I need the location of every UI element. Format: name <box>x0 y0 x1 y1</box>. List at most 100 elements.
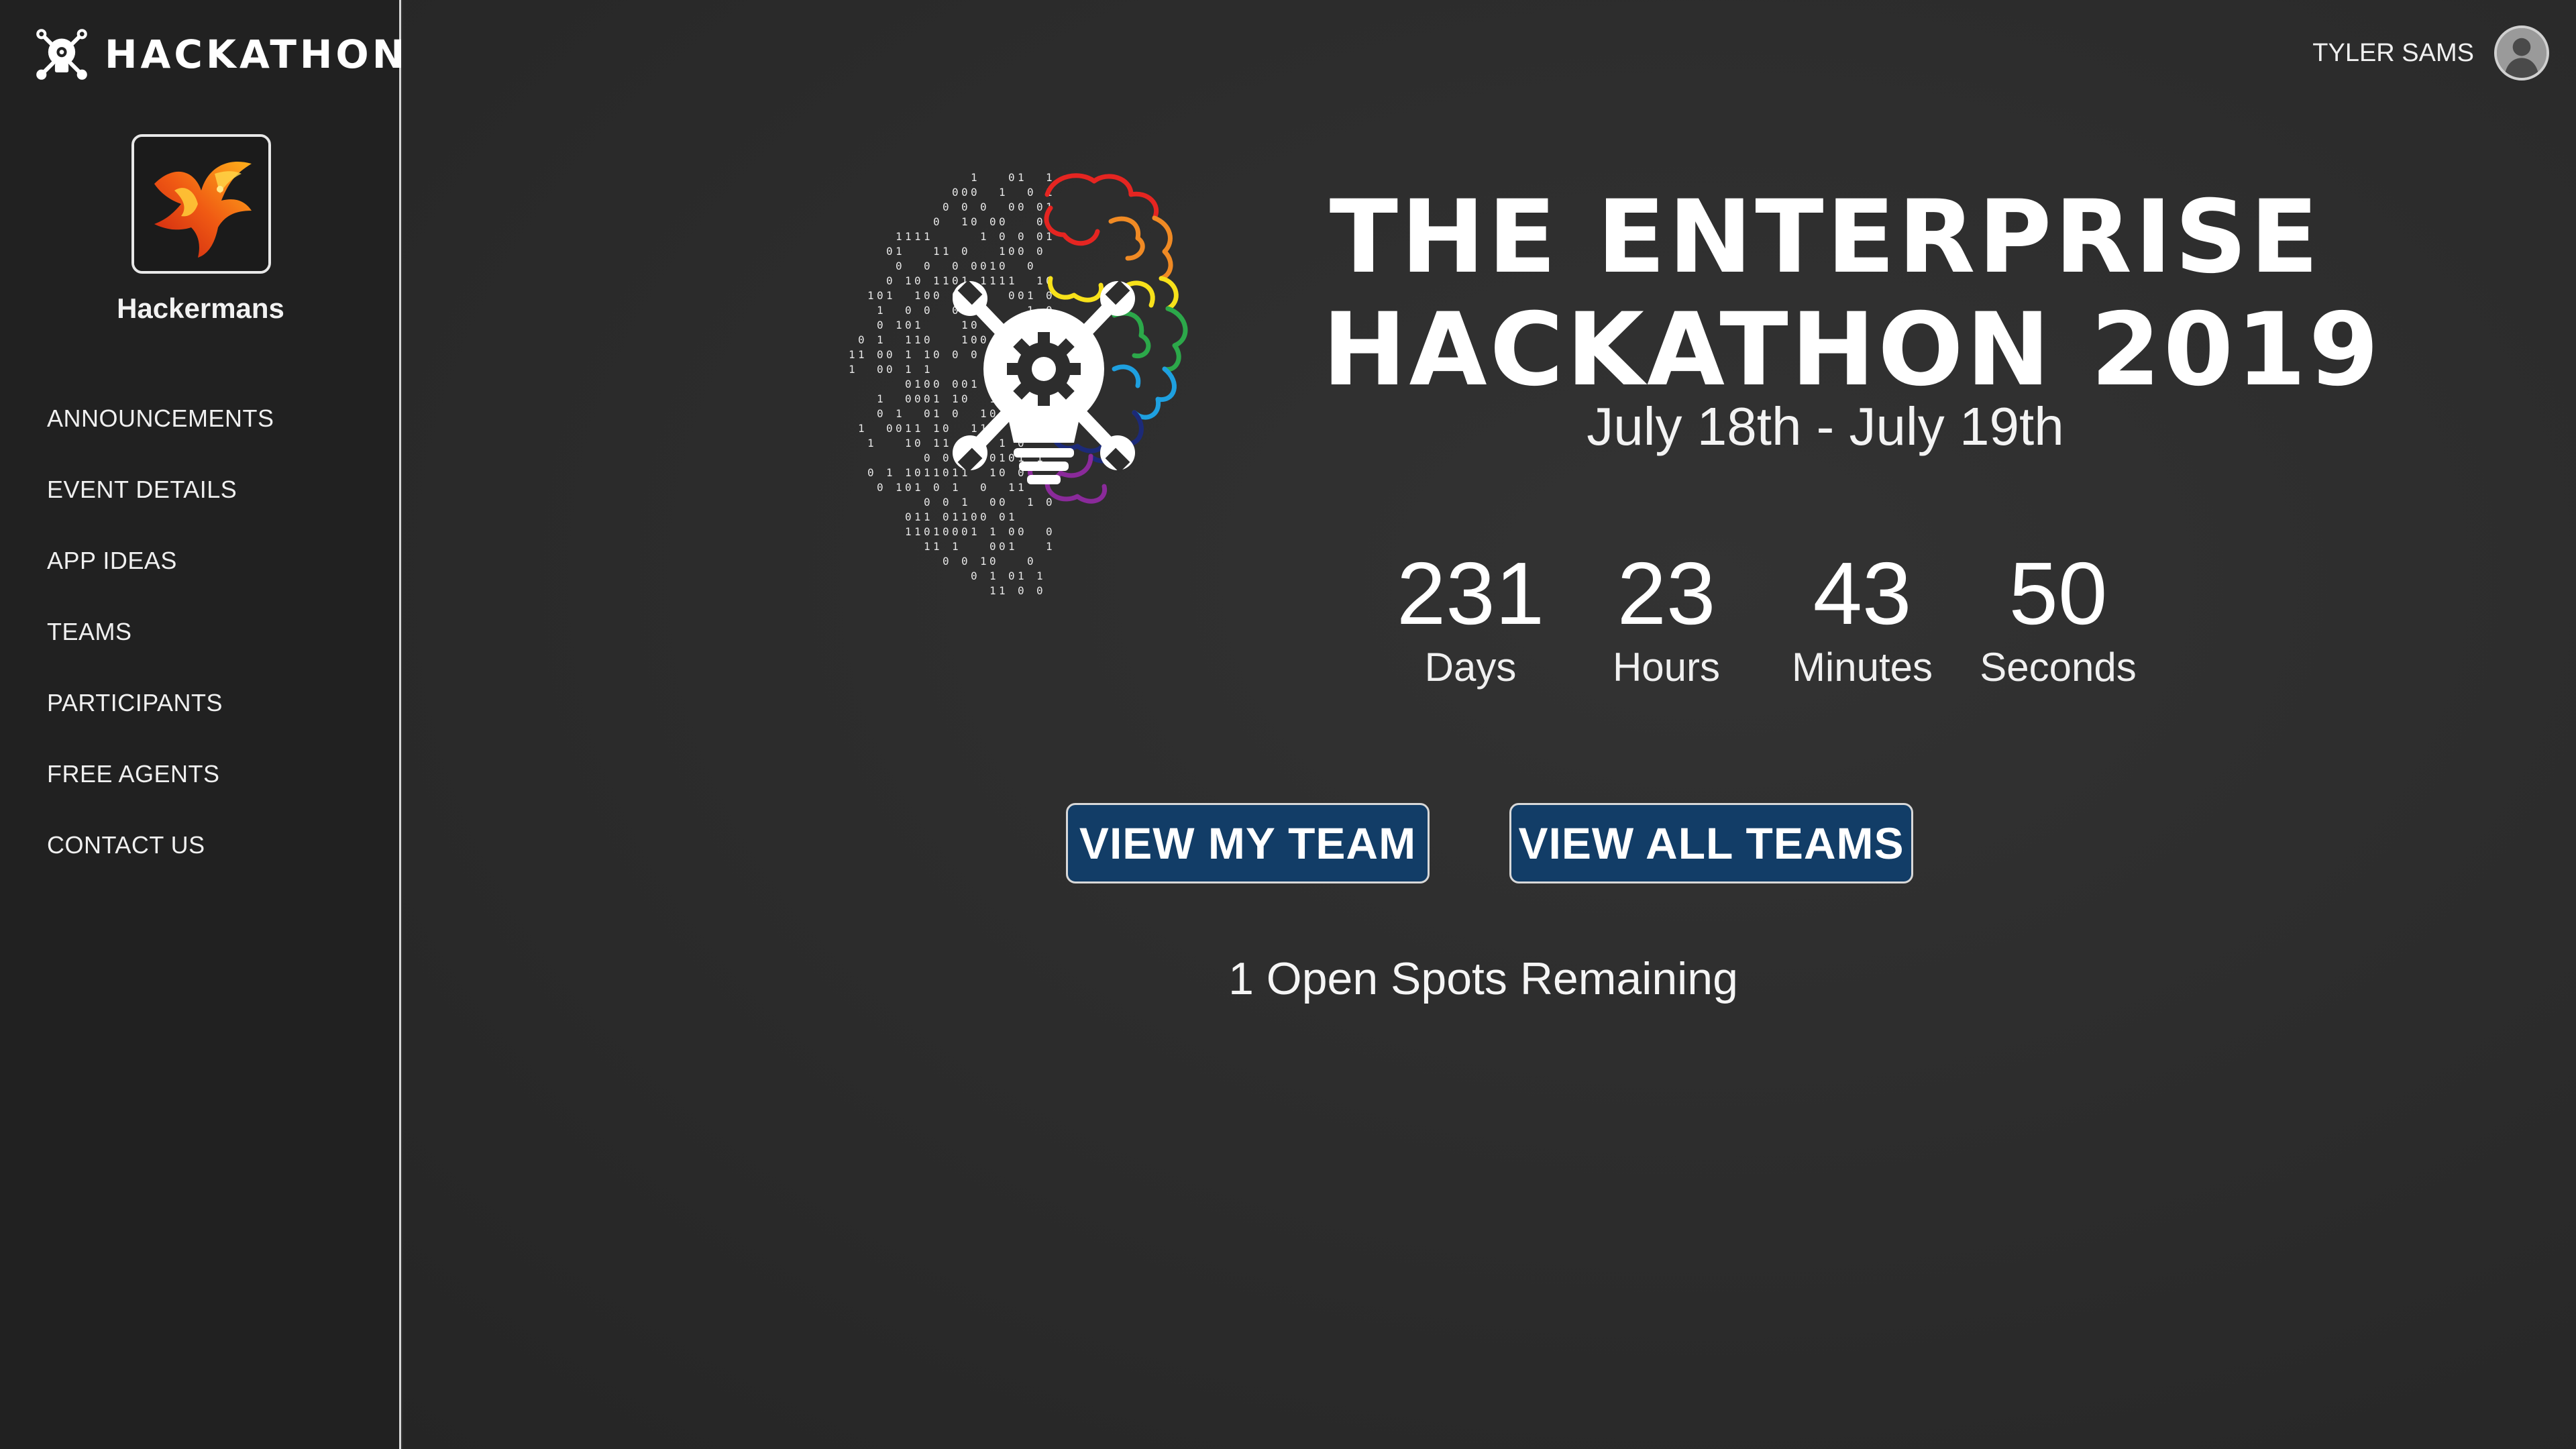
svg-text:1: 1 <box>877 392 883 405</box>
svg-text:1: 1 <box>961 496 968 508</box>
svg-text:0: 0 <box>980 511 987 523</box>
svg-text:0: 0 <box>980 201 987 213</box>
event-title-line-1: THE ENTERPRISE <box>1329 179 2322 296</box>
svg-text:1: 1 <box>961 215 968 228</box>
svg-text:0: 0 <box>886 274 893 287</box>
view-my-team-button[interactable]: VIEW MY TEAM <box>1066 803 1430 883</box>
user-name[interactable]: TYLER SAMS <box>2312 39 2474 68</box>
countdown-minutes-label: Minutes <box>1791 645 1933 690</box>
svg-text:0: 0 <box>877 319 883 331</box>
svg-text:0: 0 <box>1008 245 1015 258</box>
team-avatar[interactable] <box>131 134 271 274</box>
svg-text:1: 1 <box>849 348 855 361</box>
svg-text:0: 0 <box>1018 584 1024 597</box>
svg-text:1: 1 <box>1027 289 1034 302</box>
svg-text:1: 1 <box>971 525 977 538</box>
svg-text:1: 1 <box>905 422 912 435</box>
svg-text:0: 0 <box>961 555 968 568</box>
svg-text:0: 0 <box>961 525 968 538</box>
svg-text:0: 0 <box>980 333 987 346</box>
sidebar-item-event-details[interactable]: EVENT DETAILS <box>47 471 274 542</box>
svg-text:0: 0 <box>943 525 949 538</box>
user-avatar-icon[interactable] <box>2494 25 2549 80</box>
svg-text:1: 1 <box>933 392 940 405</box>
svg-text:0: 0 <box>886 348 893 361</box>
countdown-seconds-value: 50 <box>2008 544 2108 643</box>
svg-text:0: 0 <box>1008 171 1015 184</box>
svg-text:1: 1 <box>989 584 996 597</box>
svg-text:0: 0 <box>1036 215 1043 228</box>
svg-text:1: 1 <box>989 466 996 479</box>
svg-text:1: 1 <box>896 230 902 243</box>
svg-text:0: 0 <box>1036 245 1043 258</box>
svg-text:1: 1 <box>933 245 940 258</box>
countdown-hours-value: 23 <box>1617 544 1716 643</box>
svg-text:0: 0 <box>905 481 912 494</box>
svg-text:1: 1 <box>886 466 893 479</box>
svg-text:1: 1 <box>905 333 912 346</box>
svg-text:1: 1 <box>933 422 940 435</box>
countdown-days-label: Days <box>1424 645 1517 690</box>
svg-text:1: 1 <box>999 437 1006 449</box>
svg-text:1: 1 <box>924 540 930 553</box>
svg-text:1: 1 <box>1018 481 1024 494</box>
svg-text:1: 1 <box>924 348 930 361</box>
svg-text:1: 1 <box>914 289 921 302</box>
svg-text:0: 0 <box>971 319 977 331</box>
sidebar-item-contact-us[interactable]: CONTACT US <box>47 826 274 898</box>
countdown-minutes-value: 43 <box>1813 544 1912 643</box>
svg-text:0: 0 <box>999 230 1006 243</box>
svg-text:0: 0 <box>980 260 987 272</box>
svg-text:0: 0 <box>952 274 959 287</box>
svg-text:0: 0 <box>1036 584 1043 597</box>
svg-text:0: 0 <box>971 570 977 582</box>
svg-text:1: 1 <box>896 319 902 331</box>
svg-text:0: 0 <box>1018 230 1024 243</box>
svg-text:1: 1 <box>999 584 1006 597</box>
view-all-teams-button[interactable]: VIEW ALL TEAMS <box>1509 803 1913 883</box>
svg-text:1: 1 <box>971 171 977 184</box>
svg-text:1: 1 <box>905 363 912 376</box>
countdown-seconds: 50 Seconds <box>1960 543 2156 691</box>
svg-text:0: 0 <box>1027 186 1034 199</box>
svg-text:1: 1 <box>1027 496 1034 508</box>
svg-text:0: 0 <box>989 555 996 568</box>
svg-text:1: 1 <box>905 437 912 449</box>
svg-text:1: 1 <box>1018 570 1024 582</box>
svg-text:1: 1 <box>924 466 930 479</box>
countdown-seconds-label: Seconds <box>1980 645 2137 690</box>
svg-text:0: 0 <box>924 407 930 420</box>
svg-text:0: 0 <box>952 378 959 390</box>
brand-logo[interactable]: HACKATHON <box>34 24 408 85</box>
svg-text:0: 0 <box>924 378 930 390</box>
svg-text:0: 0 <box>952 186 959 199</box>
svg-text:0: 0 <box>1018 289 1024 302</box>
user-menu[interactable]: TYLER SAMS <box>2312 25 2549 80</box>
countdown-days-value: 231 <box>1396 544 1545 643</box>
svg-text:0: 0 <box>999 215 1006 228</box>
svg-text:0: 0 <box>905 511 912 523</box>
svg-text:0: 0 <box>914 392 921 405</box>
svg-text:0: 0 <box>877 348 883 361</box>
svg-text:1: 1 <box>867 437 874 449</box>
svg-text:0: 0 <box>1018 525 1024 538</box>
svg-text:1: 1 <box>933 466 940 479</box>
svg-text:1: 1 <box>952 392 959 405</box>
sidebar-item-announcements[interactable]: ANNOUNCEMENTS <box>47 400 274 471</box>
svg-text:0: 0 <box>896 260 902 272</box>
svg-text:1: 1 <box>999 451 1006 464</box>
svg-text:1: 1 <box>914 481 921 494</box>
svg-text:0: 0 <box>886 422 893 435</box>
sidebar-item-app-ideas[interactable]: APP IDEAS <box>47 542 274 613</box>
sidebar-item-teams[interactable]: TEAMS <box>47 613 274 684</box>
svg-text:0: 0 <box>924 333 930 346</box>
svg-text:0: 0 <box>924 304 930 317</box>
svg-text:0: 0 <box>914 466 921 479</box>
svg-text:1: 1 <box>961 333 968 346</box>
svg-text:1: 1 <box>943 274 949 287</box>
svg-text:1: 1 <box>914 333 921 346</box>
svg-text:0: 0 <box>896 422 902 435</box>
sidebar-item-free-agents[interactable]: FREE AGENTS <box>47 755 274 826</box>
svg-text:1: 1 <box>999 186 1006 199</box>
sidebar-item-participants[interactable]: PARTICIPANTS <box>47 684 274 755</box>
